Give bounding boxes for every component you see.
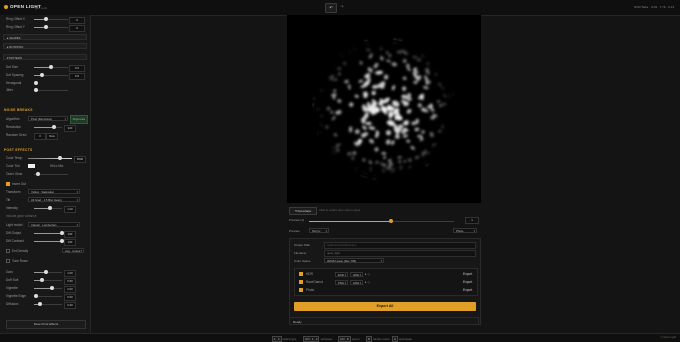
footer-credit: © Open Light: [660, 336, 676, 339]
slider-knob[interactable]: [34, 88, 38, 92]
format-list: HDR EXR 32bit ▸ ◇ Export Raw/Gamut PNG 1…: [294, 268, 478, 296]
folder-icon[interactable]: ▸ ◇: [365, 279, 370, 286]
preview-res-label: Preview: [289, 229, 300, 233]
slider-row[interactable]: Resolution 320: [6, 124, 86, 132]
slider-knob[interactable]: [34, 294, 38, 298]
format-checkbox[interactable]: [299, 288, 303, 292]
transform-select[interactable]: Yellow · Saturation: [28, 189, 80, 195]
slider-knob[interactable]: [40, 278, 44, 282]
regenerate-badge[interactable]: Regenerate: [70, 115, 88, 124]
algorithm-row: Algorithm Pixel (Recursive) Regenerate: [6, 115, 88, 124]
mode-select[interactable]: Photo: [453, 228, 477, 234]
slider-row[interactable]: Diffusion 0.20: [6, 301, 86, 309]
status-ready: Ready: [289, 317, 479, 325]
section-pattern[interactable]: ▾ PATTERN: [3, 54, 87, 60]
slider-knob[interactable]: [40, 73, 44, 77]
filename-field[interactable]: open_light: [324, 250, 476, 257]
slider-row[interactable]: Intensity 1.00: [6, 205, 86, 213]
slider-row[interactable]: Diff Contrast 100: [6, 238, 86, 246]
slider-knob[interactable]: [48, 206, 52, 210]
radio-icon[interactable]: [34, 81, 38, 85]
export-all-button[interactable]: Export All: [294, 302, 476, 311]
format-row: Raw/Gamut PNG 16bit ▸ ◇ Export: [297, 279, 475, 286]
random-seed-row: Random Seed 0 New: [6, 132, 86, 140]
slider-knob[interactable]: [44, 25, 48, 29]
color-swatch[interactable]: [28, 164, 35, 168]
undo-button[interactable]: ↶: [325, 3, 337, 13]
slider-row[interactable]: Ring Offset Y 0: [6, 24, 86, 32]
slider-row[interactable]: Ring Offset X 0: [6, 16, 86, 24]
tilt-row: Tilt All Grad · 1.5 Blur Heavy: [6, 197, 86, 203]
transform-row: Transform Yellow · Saturation: [6, 189, 86, 195]
slider-knob[interactable]: [44, 17, 48, 21]
format-checkbox[interactable]: [299, 272, 303, 276]
preview-res-select[interactable]: 512 px: [309, 228, 329, 234]
light-pattern-preview: [313, 39, 454, 179]
preview-count-input[interactable]: 1: [465, 217, 479, 224]
preview-count-label: Preview (1): [289, 218, 305, 222]
slider-row[interactable]: Jitter: [6, 87, 86, 93]
slider-row[interactable]: Diff Output 100: [6, 230, 86, 238]
ext-density-checkbox[interactable]: [6, 249, 10, 253]
slider-row[interactable]: Vignette Edge 0.00: [6, 293, 86, 301]
slider-knob[interactable]: [58, 156, 62, 160]
slider-knob[interactable]: [44, 270, 48, 274]
slider-row[interactable]: Vignette 2.00: [6, 285, 86, 293]
slider-knob[interactable]: [38, 302, 42, 306]
folder-icon[interactable]: ▸ ◇: [365, 271, 370, 278]
format-row: HDR EXR 32bit ▸ ◇ Export: [297, 271, 475, 278]
new-seed-button[interactable]: New: [46, 132, 58, 140]
reset-post-effects-button[interactable]: Reset Post Effects: [6, 320, 86, 329]
light-model-row: Light model Classic · Lambertian: [6, 222, 86, 228]
export-panel: Output Path /path/to/output/directory Fi…: [289, 238, 481, 325]
sidebar: Ring Offset X 0 Ring Offset Y 0 ▸ SHAPES…: [0, 15, 91, 341]
output-path-field[interactable]: /path/to/output/directory: [324, 242, 476, 249]
noise-breaks-title: NOISE BREAKS: [4, 108, 33, 112]
slider-knob[interactable]: [389, 219, 393, 223]
invert-row[interactable]: Invert Out: [6, 181, 86, 187]
export-single-button[interactable]: Export: [463, 279, 472, 286]
logo-icon: [4, 5, 8, 9]
color-tint-row[interactable]: Color Tint Hi/Lo Mix: [6, 163, 86, 169]
preview-slider[interactable]: [309, 219, 454, 223]
export-single-button[interactable]: Export: [463, 287, 472, 294]
slider-knob[interactable]: [36, 172, 40, 176]
format-row: Photo Export: [297, 287, 475, 294]
light-model-select[interactable]: Classic · Lambertian: [28, 222, 80, 228]
slider-knob[interactable]: [52, 125, 56, 129]
ext-density-row: Ext Density Avg · Colour: [6, 248, 86, 254]
slider-row[interactable]: Color Temp 6500: [6, 155, 86, 163]
export-single-button[interactable]: Export: [463, 271, 472, 278]
invert-checkbox[interactable]: [6, 182, 10, 186]
preview-canvas[interactable]: [287, 15, 481, 203]
algorithm-select[interactable]: Pixel (Recursive): [28, 116, 68, 122]
slider-row[interactable]: Dot Spacing 0.8: [6, 72, 86, 80]
color-space-select[interactable]: sRGB Linear (Rec.709): [324, 258, 384, 264]
note-row: Include glow variance: [6, 214, 37, 218]
format-checkbox[interactable]: [299, 280, 303, 284]
autoshape-hint: Click to enable auto select output: [319, 208, 361, 212]
slider-row[interactable]: Duff Soft 0.50: [6, 277, 86, 285]
slider-knob[interactable]: [49, 65, 53, 69]
slider-row[interactable]: Dot Size 0.5: [6, 64, 86, 72]
redo-button[interactable]: ↷: [337, 3, 347, 11]
tone-checkbox[interactable]: [6, 259, 10, 263]
slider-knob[interactable]: [50, 286, 54, 290]
app-version: gen tools: [35, 5, 48, 10]
autoshape-button[interactable]: ⟲ Autoshape: [289, 207, 317, 215]
tone-row[interactable]: Tone Rows: [6, 258, 86, 264]
slider-row[interactable]: Gain 1.00: [6, 269, 86, 277]
post-effects-title: POST EFFECTS: [4, 148, 33, 152]
slider-row[interactable]: Outer Glow: [6, 171, 86, 177]
status-readout: SVM Tailor · 9.09 · 7.76 · 9.13: [634, 5, 674, 9]
ext-density-select[interactable]: Avg · Colour: [62, 248, 84, 254]
section-shapes[interactable]: ▸ SHAPES: [3, 34, 87, 40]
section-rotation[interactable]: ▸ ROTATION: [3, 43, 87, 49]
top-bar: OPEN LIGHT gen tools ↶ ↷ SVM Tailor · 9.…: [0, 0, 680, 16]
toggle-row[interactable]: Hexagonal: [6, 80, 86, 86]
tilt-select[interactable]: All Grad · 1.5 Blur Heavy: [28, 197, 80, 203]
